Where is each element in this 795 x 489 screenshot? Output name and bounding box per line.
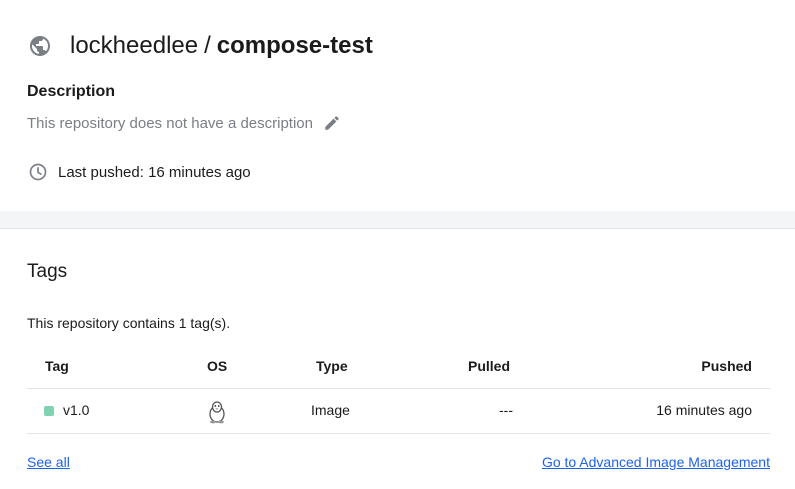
tags-heading: Tags	[27, 261, 68, 282]
see-all-link[interactable]: See all	[27, 454, 70, 470]
column-header-tag[interactable]: Tag	[45, 358, 69, 374]
column-header-pulled[interactable]: Pulled	[468, 358, 510, 374]
tags-count-text: This repository contains 1 tag(s).	[27, 315, 231, 331]
linux-tux-icon	[209, 401, 225, 424]
type-cell: Image	[311, 402, 350, 418]
section-divider	[0, 211, 795, 229]
column-header-type: Type	[316, 358, 348, 374]
tag-name[interactable]: v1.0	[63, 402, 89, 418]
pencil-icon[interactable]	[323, 114, 341, 132]
description-text: This repository does not have a descript…	[27, 114, 313, 132]
tag-cell[interactable]: v1.0	[44, 402, 89, 418]
pushed-cell: 16 minutes ago	[656, 402, 752, 418]
globe-icon	[30, 36, 50, 56]
repo-header: lockheedlee / compose-test	[28, 32, 373, 60]
repo-namespace: lockheedlee	[70, 32, 199, 59]
status-dot	[44, 406, 54, 416]
repo-name: compose-test	[216, 32, 373, 59]
last-pushed-row: Last pushed: 16 minutes ago	[28, 162, 251, 182]
os-cell	[207, 400, 227, 427]
table-row: v1.0 Image --- 16 minutes ago	[27, 389, 770, 434]
clock-icon	[29, 163, 47, 181]
repo-separator: /	[204, 32, 211, 59]
advanced-image-management-link[interactable]: Go to Advanced Image Management	[542, 454, 770, 470]
column-header-os: OS	[207, 358, 228, 374]
last-pushed-text: Last pushed: 16 minutes ago	[58, 163, 251, 181]
pulled-cell: ---	[499, 402, 513, 418]
description-heading: Description	[27, 83, 116, 100]
tags-table-header: Tag OS Type Pulled Pushed	[27, 344, 770, 389]
tags-table: Tag OS Type Pulled Pushed v1.0 Image ---…	[27, 344, 770, 434]
column-header-pushed[interactable]: Pushed	[701, 358, 752, 374]
repository-info-card: lockheedlee / compose-test Description T…	[0, 0, 795, 212]
description-row: This repository does not have a descript…	[27, 114, 341, 132]
